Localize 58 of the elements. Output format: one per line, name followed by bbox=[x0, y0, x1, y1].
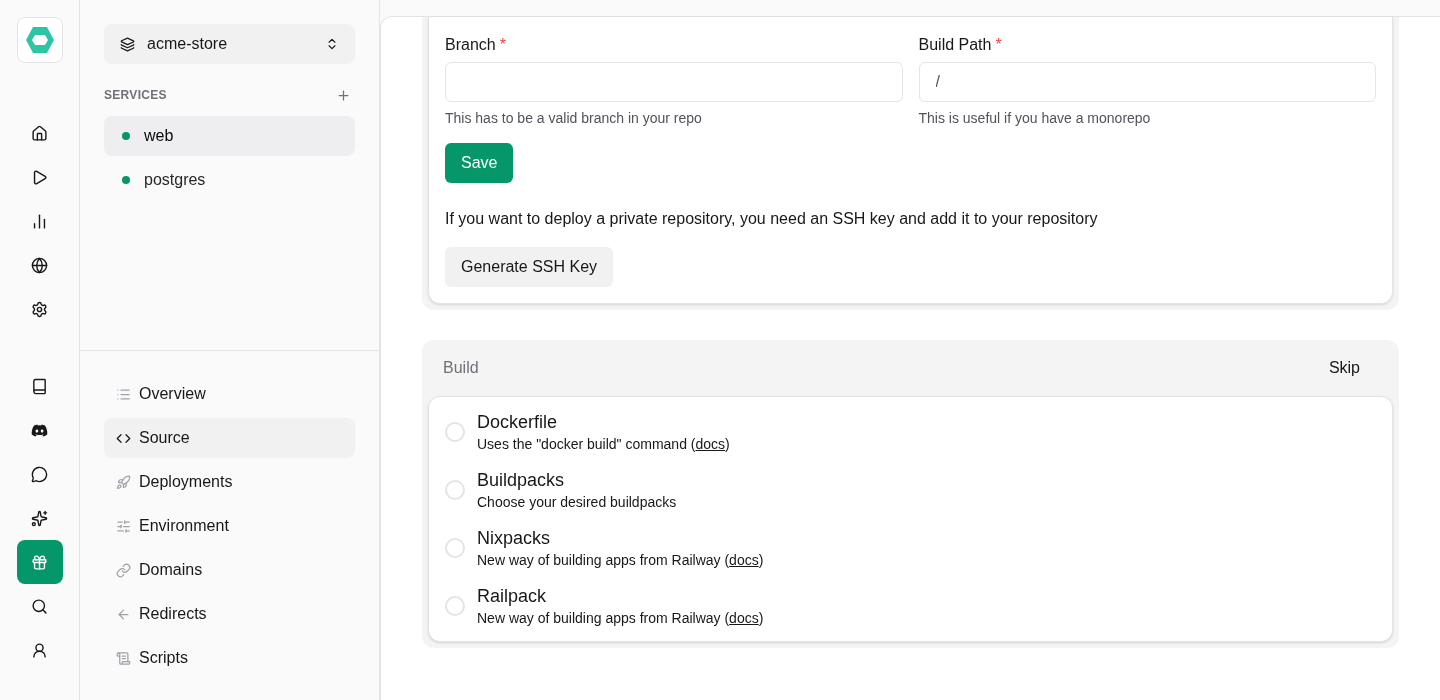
chat-icon bbox=[31, 465, 48, 483]
option-description: New way of building apps from Railway (docs) bbox=[477, 609, 764, 628]
project-selector[interactable]: acme-store bbox=[104, 24, 355, 64]
hexagon-logo-icon bbox=[24, 26, 55, 54]
save-button[interactable]: Save bbox=[445, 143, 514, 183]
option-title: Dockerfile bbox=[477, 411, 559, 434]
section-heading: SERVICES bbox=[104, 87, 167, 104]
option-description: Uses the "docker build" command (docs) bbox=[477, 435, 730, 454]
home-icon bbox=[31, 124, 48, 142]
scroll-icon bbox=[116, 650, 131, 666]
text-field[interactable] bbox=[445, 62, 903, 102]
option-description: Choose your desired buildpacks bbox=[477, 493, 677, 512]
nav-item[interactable]: Redirects bbox=[104, 594, 355, 634]
user-icon bbox=[31, 641, 48, 659]
nav-item[interactable]: Environment bbox=[104, 506, 355, 546]
required-mark: * bbox=[499, 35, 506, 55]
generate-ssh-key-button[interactable]: Generate SSH Key bbox=[445, 247, 614, 287]
ssh-note: If you want to deploy a private repository, you need an SSH key and add it to your repository bbox=[445, 209, 1099, 229]
docs-link[interactable]: docs bbox=[729, 552, 759, 568]
option-title: Railpack bbox=[477, 585, 548, 608]
nav-item[interactable]: Scripts bbox=[104, 638, 355, 678]
radio-button[interactable] bbox=[445, 422, 465, 442]
nav-item[interactable]: Deployments bbox=[104, 462, 355, 502]
text-field[interactable]: / bbox=[918, 62, 1376, 102]
nav-item[interactable]: Domains bbox=[104, 550, 355, 590]
sparkles-icon bbox=[31, 509, 48, 527]
required-mark: * bbox=[995, 35, 1002, 55]
sliders-icon bbox=[116, 518, 131, 534]
nav-item[interactable]: Source bbox=[104, 418, 355, 458]
nav-item[interactable]: Overview bbox=[104, 374, 355, 414]
radio-button[interactable] bbox=[445, 480, 465, 500]
stack-icon bbox=[120, 36, 135, 52]
option-title: Nixpacks bbox=[477, 527, 552, 550]
docs-link[interactable]: docs bbox=[729, 610, 759, 626]
service-item[interactable]: postgres bbox=[104, 160, 355, 200]
section-title: Build bbox=[443, 358, 479, 378]
add-icon[interactable] bbox=[336, 87, 351, 103]
docs-link[interactable]: docs bbox=[695, 436, 726, 452]
gift-icon bbox=[31, 553, 48, 571]
radio-button[interactable] bbox=[445, 538, 465, 558]
search-icon bbox=[31, 597, 48, 615]
play-icon bbox=[31, 168, 48, 186]
link-icon bbox=[116, 562, 131, 578]
option-description: New way of building apps from Railway (docs) bbox=[477, 551, 764, 570]
field-hint: This has to be a valid branch in your repo bbox=[445, 109, 703, 128]
bar-chart-icon bbox=[31, 212, 48, 230]
radio-button[interactable] bbox=[445, 596, 465, 616]
settings-icon bbox=[31, 300, 48, 318]
list-icon bbox=[116, 386, 131, 402]
rocket-icon bbox=[116, 474, 131, 490]
field-label: Branch bbox=[445, 35, 496, 55]
book-icon bbox=[31, 377, 48, 395]
skip-button[interactable]: Skip bbox=[1310, 350, 1378, 386]
service-item[interactable]: web bbox=[104, 116, 355, 156]
globe-icon bbox=[31, 256, 48, 274]
option-title: Buildpacks bbox=[477, 469, 566, 492]
field-label: Build Path bbox=[918, 35, 992, 55]
field-hint: This is useful if you have a monorepo bbox=[918, 109, 1152, 128]
